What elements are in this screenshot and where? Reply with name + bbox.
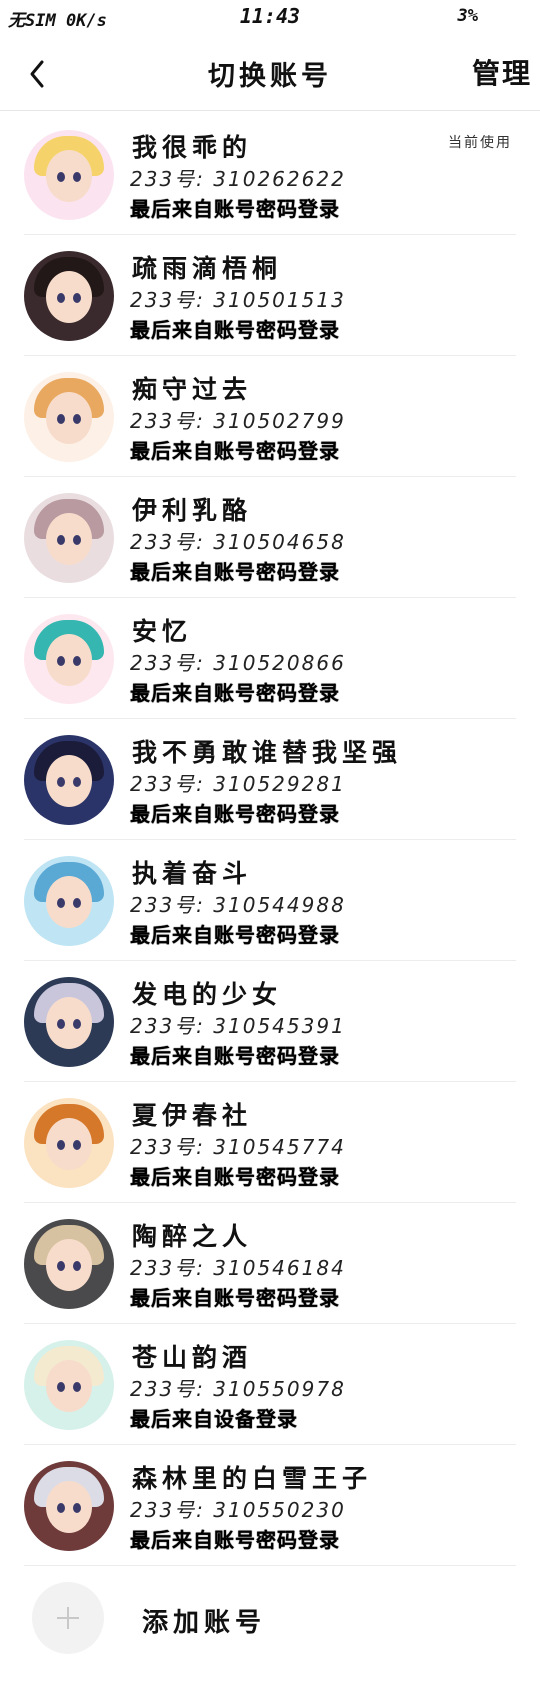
- account-id: 233号: 310520866: [130, 651, 346, 675]
- account-row[interactable]: 痴守过去 233号: 310502799 最后来自账号密码登录: [0, 356, 540, 477]
- avatar: [24, 856, 114, 946]
- account-id: 233号: 310529281: [130, 772, 346, 796]
- account-name: 夏伊春社: [132, 1101, 253, 1130]
- account-id: 233号: 310502799: [130, 409, 346, 433]
- account-name: 发电的少女: [132, 980, 283, 1009]
- last-login-method: 最后来自账号密码登录: [130, 560, 340, 584]
- last-login-method: 最后来自账号密码登录: [130, 681, 340, 705]
- avatar: [24, 1461, 114, 1551]
- last-login-method: 最后来自账号密码登录: [130, 923, 340, 947]
- account-row[interactable]: 安忆 233号: 310520866 最后来自账号密码登录: [0, 598, 540, 719]
- account-id: 233号: 310501513: [130, 288, 346, 312]
- account-list: 我很乖的 233号: 310262622 最后来自账号密码登录 当前使用疏雨滴梧桐 23…: [0, 114, 540, 1566]
- last-login-method: 最后来自账号密码登录: [130, 197, 340, 221]
- avatar: [24, 251, 114, 341]
- account-id: 233号: 310550230: [130, 1498, 346, 1522]
- last-login-method: 最后来自账号密码登录: [130, 1528, 340, 1552]
- divider: [24, 1565, 516, 1566]
- nav-bar: 切换账号 管理: [0, 38, 540, 111]
- plus-icon: [32, 1582, 104, 1654]
- add-account-label: 添加账号: [142, 1608, 267, 1638]
- avatar: [24, 372, 114, 462]
- status-bar: 无SIM 0K/s 11:43 3%: [0, 0, 540, 34]
- last-login-method: 最后来自账号密码登录: [130, 318, 340, 342]
- avatar: [24, 614, 114, 704]
- page-title: 切换账号: [208, 61, 332, 92]
- account-name: 安忆: [132, 617, 193, 646]
- account-name: 苍山韵酒: [132, 1343, 253, 1372]
- last-login-method: 最后来自设备登录: [130, 1407, 298, 1431]
- current-account-badge: 当前使用: [448, 135, 512, 151]
- last-login-method: 最后来自账号密码登录: [130, 1044, 340, 1068]
- account-name: 痴守过去: [132, 375, 253, 404]
- account-name: 疏雨滴梧桐: [132, 254, 283, 283]
- avatar: [24, 1219, 114, 1309]
- last-login-method: 最后来自账号密码登录: [130, 802, 340, 826]
- avatar: [24, 493, 114, 583]
- account-row[interactable]: 执着奋斗 233号: 310544988 最后来自账号密码登录: [0, 840, 540, 961]
- avatar: [24, 1098, 114, 1188]
- avatar: [24, 735, 114, 825]
- account-row[interactable]: 疏雨滴梧桐 233号: 310501513 最后来自账号密码登录: [0, 235, 540, 356]
- account-id: 233号: 310545391: [130, 1014, 346, 1038]
- last-login-method: 最后来自账号密码登录: [130, 439, 340, 463]
- account-id: 233号: 310546184: [130, 1256, 346, 1280]
- account-name: 执着奋斗: [132, 859, 253, 888]
- account-row[interactable]: 发电的少女 233号: 310545391 最后来自账号密码登录: [0, 961, 540, 1082]
- account-row[interactable]: 苍山韵酒 233号: 310550978 最后来自设备登录: [0, 1324, 540, 1445]
- account-row[interactable]: 我很乖的 233号: 310262622 最后来自账号密码登录 当前使用: [0, 114, 540, 235]
- battery-level: 3%: [457, 6, 478, 26]
- account-name: 陶醉之人: [132, 1222, 253, 1251]
- account-row[interactable]: 陶醉之人 233号: 310546184 最后来自账号密码登录: [0, 1203, 540, 1324]
- last-login-method: 最后来自账号密码登录: [130, 1286, 340, 1310]
- account-row[interactable]: 伊利乳酪 233号: 310504658 最后来自账号密码登录: [0, 477, 540, 598]
- account-id: 233号: 310544988: [130, 893, 346, 917]
- account-row[interactable]: 森林里的白雪王子 233号: 310550230 最后来自账号密码登录: [0, 1445, 540, 1566]
- avatar: [24, 977, 114, 1067]
- account-row[interactable]: 我不勇敢谁替我坚强 233号: 310529281 最后来自账号密码登录: [0, 719, 540, 840]
- add-account-button[interactable]: 添加账号: [0, 1568, 540, 1668]
- account-id: 233号: 310262622: [130, 167, 346, 191]
- account-row[interactable]: 夏伊春社 233号: 310545774 最后来自账号密码登录: [0, 1082, 540, 1203]
- manage-button[interactable]: 管理: [472, 52, 532, 92]
- avatar: [24, 1340, 114, 1430]
- last-login-method: 最后来自账号密码登录: [130, 1165, 340, 1189]
- account-id: 233号: 310504658: [130, 530, 346, 554]
- account-name: 我很乖的: [132, 133, 253, 162]
- account-name: 伊利乳酪: [132, 496, 253, 525]
- account-id: 233号: 310545774: [130, 1135, 346, 1159]
- account-id: 233号: 310550978: [130, 1377, 346, 1401]
- account-name: 森林里的白雪王子: [132, 1464, 373, 1493]
- account-name: 我不勇敢谁替我坚强: [132, 738, 403, 767]
- avatar: [24, 130, 114, 220]
